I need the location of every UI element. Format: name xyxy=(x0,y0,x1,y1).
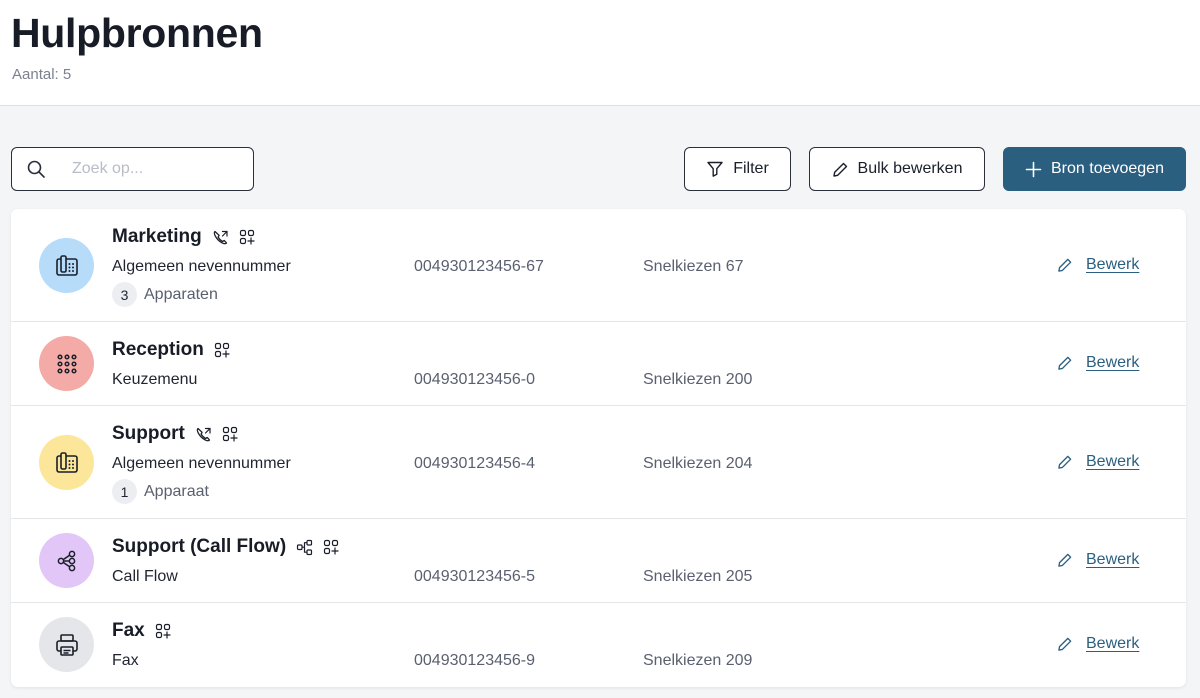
call-forward-icon xyxy=(212,229,229,246)
resource-row-reception[interactable]: Reception Keuzemenu 004930123456-0 Snelk… xyxy=(11,322,1186,406)
resource-type: Call Flow xyxy=(112,568,178,585)
resource-list: Marketing Algemeen nevennummer 004930123… xyxy=(11,209,1186,687)
bulk-edit-button[interactable]: Bulk bewerken xyxy=(809,147,985,191)
apps-add-icon xyxy=(239,229,255,245)
filter-icon xyxy=(707,161,723,177)
resource-speed-dial: Snelkiezen 209 xyxy=(643,652,753,669)
edit-link[interactable]: Bewerk xyxy=(1057,354,1139,372)
page-title: Hulpbronnen xyxy=(11,10,263,56)
resource-name: Fax xyxy=(112,620,145,641)
resource-avatar xyxy=(39,533,94,588)
resource-row-support-call-flow[interactable]: Support (Call Flow) Call Flow 0049301234… xyxy=(11,519,1186,603)
device-info: 3 Apparaten xyxy=(112,282,218,307)
edit-link[interactable]: Bewerk xyxy=(1057,635,1139,653)
add-resource-label: Bron toevoegen xyxy=(1051,160,1164,177)
filter-button[interactable]: Filter xyxy=(684,147,791,191)
resource-type: Fax xyxy=(112,652,139,669)
resource-row-fax[interactable]: Fax Fax 004930123456-9 Snelkiezen 209 Be… xyxy=(11,603,1186,687)
resource-avatar xyxy=(39,435,94,490)
resource-type: Algemeen nevennummer xyxy=(112,258,291,275)
resource-number: 004930123456-4 xyxy=(414,455,536,472)
edit-link[interactable]: Bewerk xyxy=(1057,453,1139,471)
keypad-icon xyxy=(56,353,77,374)
pencil-icon xyxy=(1058,637,1072,651)
edit-link[interactable]: Bewerk xyxy=(1057,551,1139,569)
edit-label: Bewerk xyxy=(1086,354,1140,371)
edit-label: Bewerk xyxy=(1086,453,1140,470)
resource-number: 004930123456-0 xyxy=(414,371,536,388)
resource-type: Keuzemenu xyxy=(112,371,198,388)
call-flow-icon xyxy=(57,550,75,571)
resource-speed-dial: Snelkiezen 204 xyxy=(643,455,753,472)
resource-avatar xyxy=(39,617,94,672)
flow-chart-icon xyxy=(296,539,313,556)
search-input[interactable] xyxy=(72,157,247,181)
resource-number: 004930123456-67 xyxy=(414,258,544,275)
resource-row-support[interactable]: Support Algemeen nevennummer 00493012345… xyxy=(11,406,1186,519)
resource-row-marketing[interactable]: Marketing Algemeen nevennummer 004930123… xyxy=(11,209,1186,322)
search-box[interactable] xyxy=(11,147,254,191)
resource-speed-dial: Snelkiezen 67 xyxy=(643,258,744,275)
resource-type: Algemeen nevennummer xyxy=(112,455,291,472)
pencil-icon xyxy=(832,162,847,177)
desk-phone-icon xyxy=(55,451,78,473)
filter-label: Filter xyxy=(733,160,769,177)
resource-avatar xyxy=(39,238,94,293)
bulk-edit-label: Bulk bewerken xyxy=(857,160,963,177)
device-label: Apparaten xyxy=(144,285,218,303)
edit-link[interactable]: Bewerk xyxy=(1057,256,1139,274)
device-label: Apparaat xyxy=(144,482,209,500)
add-resource-button[interactable]: Bron toevoegen xyxy=(1003,147,1186,191)
apps-add-icon xyxy=(155,623,171,639)
resource-count: Aantal: 5 xyxy=(12,66,72,83)
apps-add-icon xyxy=(222,426,238,442)
edit-label: Bewerk xyxy=(1086,551,1140,568)
edit-label: Bewerk xyxy=(1086,256,1140,273)
device-info: 1 Apparaat xyxy=(112,479,209,504)
resource-avatar xyxy=(39,336,94,391)
pencil-icon xyxy=(1058,553,1072,567)
resource-name: Marketing xyxy=(112,226,202,247)
resource-name: Support xyxy=(112,423,185,444)
device-count-badge: 1 xyxy=(112,479,137,504)
desk-phone-icon xyxy=(55,254,78,276)
apps-add-icon xyxy=(214,342,230,358)
call-forward-icon xyxy=(195,426,212,443)
apps-add-icon xyxy=(323,539,339,555)
printer-icon xyxy=(55,633,78,656)
resource-number: 004930123456-9 xyxy=(414,652,536,669)
resource-name: Support (Call Flow) xyxy=(112,536,287,557)
pencil-icon xyxy=(1058,455,1072,469)
pencil-icon xyxy=(1058,258,1072,272)
resource-name: Reception xyxy=(112,339,204,360)
page-header: Hulpbronnen Aantal: 5 xyxy=(0,0,1200,106)
pencil-icon xyxy=(1058,356,1072,370)
search-icon xyxy=(27,160,45,178)
plus-icon xyxy=(1025,161,1042,177)
resource-number: 004930123456-5 xyxy=(414,568,536,585)
resource-speed-dial: Snelkiezen 200 xyxy=(643,371,753,388)
edit-label: Bewerk xyxy=(1086,635,1140,652)
device-count-badge: 3 xyxy=(112,282,137,307)
resource-speed-dial: Snelkiezen 205 xyxy=(643,568,753,585)
